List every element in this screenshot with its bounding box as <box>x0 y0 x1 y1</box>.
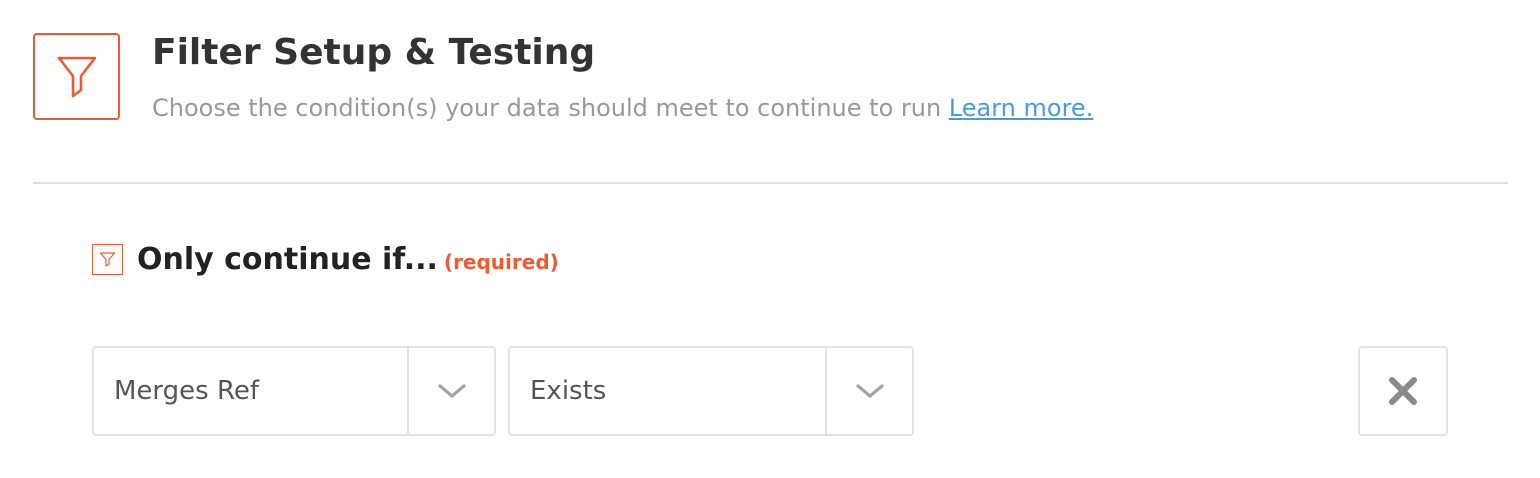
filter-icon <box>57 56 96 97</box>
subtitle-text: Choose the condition(s) your data should… <box>152 94 942 122</box>
learn-more-link[interactable]: Learn more. <box>949 94 1094 122</box>
remove-condition-button[interactable] <box>1358 346 1448 436</box>
required-label: (required) <box>443 250 559 274</box>
condition-filter-icon-box <box>92 244 123 275</box>
field-select-toggle[interactable] <box>407 348 494 434</box>
close-icon <box>1389 377 1417 405</box>
header-divider <box>33 182 1508 184</box>
condition-heading-text: Only continue if... <box>137 242 438 277</box>
operator-select[interactable]: Exists <box>508 346 914 436</box>
filter-icon <box>99 252 116 267</box>
field-select[interactable]: Merges Ref <box>92 346 496 436</box>
field-select-value: Merges Ref <box>114 376 260 406</box>
operator-select-value: Exists <box>530 376 607 406</box>
operator-select-toggle[interactable] <box>825 348 912 434</box>
condition-heading: Only continue if... (required) <box>137 238 559 286</box>
chevron-down-icon <box>437 384 466 398</box>
page-subtitle: Choose the condition(s) your data should… <box>152 90 1093 126</box>
page-title: Filter Setup & Testing <box>152 32 596 73</box>
filter-step-icon-box <box>33 33 120 120</box>
chevron-down-icon <box>855 384 884 398</box>
